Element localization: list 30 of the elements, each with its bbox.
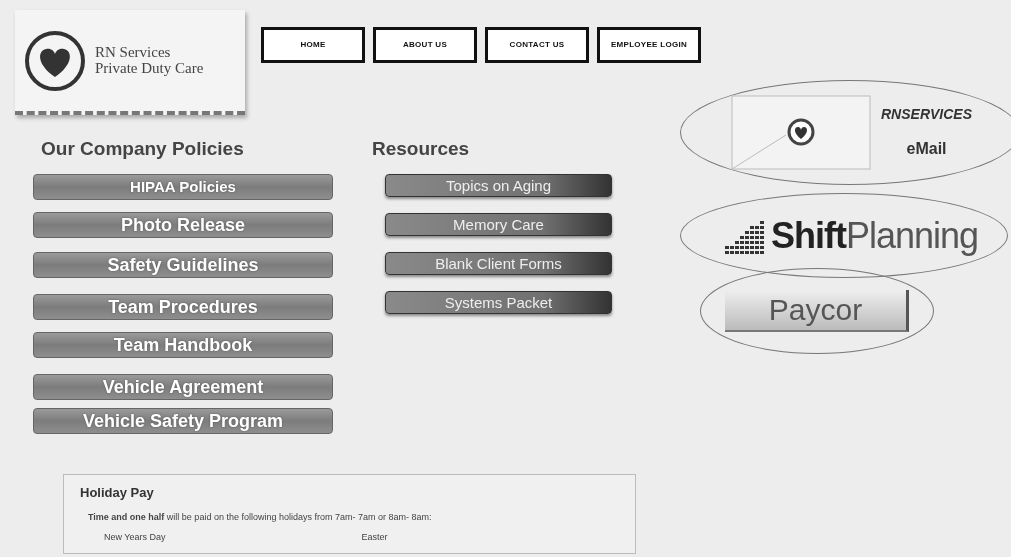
policy-button[interactable]: Team Handbook (33, 331, 333, 358)
policy-button[interactable]: Photo Release (33, 211, 333, 238)
resource-button[interactable]: Systems Packet (385, 290, 612, 314)
nav-button[interactable]: EMPLOYEE LOGIN (597, 27, 701, 63)
section-heading: Our Company Policies (41, 137, 245, 161)
paycor-logo: Paycor (725, 290, 909, 332)
section-heading: Resources (372, 137, 471, 161)
resource-button[interactable]: Blank Client Forms (385, 251, 612, 275)
logo-card[interactable]: RN Services Private Duty Care (15, 10, 245, 115)
policy-button[interactable]: Vehicle Agreement (33, 373, 333, 400)
nav-button[interactable]: HOME (261, 27, 365, 63)
logo-text: RN Services (95, 44, 172, 61)
heart-logo-icon (23, 28, 87, 93)
brand-text: RNSERVICES (881, 105, 973, 124)
policy-button[interactable]: Team Procedures (33, 293, 333, 320)
holiday-intro: Time and one half will be paid on the following holidays from 7am- 7am or 8am- 8am: (88, 511, 433, 524)
envelope-icon (731, 95, 871, 170)
policy-button[interactable]: HIPAA Policies (33, 173, 333, 200)
policy-button[interactable]: Safety Guidelines (33, 251, 333, 278)
logo-text: Private Duty Care (95, 60, 204, 77)
holiday-name: Easter (361, 530, 389, 544)
brand-logo-text: ShiftPlanning (771, 213, 979, 258)
email-label: eMail (906, 139, 947, 159)
nav-button[interactable]: ABOUT US (373, 27, 477, 63)
resource-button[interactable]: Topics on Aging (385, 173, 612, 197)
holiday-title: Holiday Pay (80, 483, 155, 502)
policy-button[interactable]: Vehicle Safety Program (33, 407, 333, 434)
holiday-name: New Years Day (104, 530, 167, 544)
resource-button[interactable]: Memory Care (385, 212, 612, 236)
nav-button[interactable]: CONTACT US (485, 27, 589, 63)
